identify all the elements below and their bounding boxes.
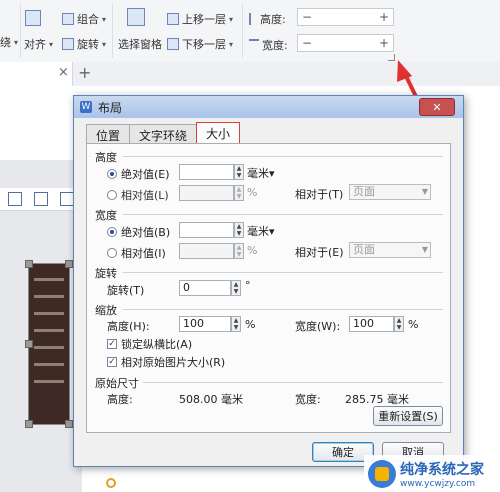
width-relative-radio[interactable]: 相对值(I) [107, 245, 166, 261]
scale-height-unit: % [245, 318, 256, 331]
width-relative-input[interactable] [179, 243, 234, 259]
rotate-section-title: 旋转 [95, 267, 117, 280]
rotate-label: 旋转(T) [107, 284, 145, 297]
height-relative-to-label: 相对于(T) [295, 188, 344, 201]
scale-height-label: 高度(H): [107, 320, 150, 333]
width-relative-unit: % [247, 244, 258, 257]
scale-section-title: 缩放 [95, 304, 117, 317]
scale-width-input[interactable]: 100 [349, 316, 394, 332]
scale-width-spin[interactable]: ▲ ▼ [394, 316, 404, 332]
wps-app-icon: W [80, 101, 92, 113]
size-panel: 高度 绝对值(E) ▲ ▼ 毫米▾ 相对值(L) ▲ ▼ % 相对于(T) 页面 ▼ … [86, 143, 451, 433]
watermark-name: 纯净系统之家 [400, 461, 484, 478]
width-absolute-radio[interactable]: 绝对值(B) [107, 224, 170, 240]
reset-button[interactable]: 重新设置(S) [373, 406, 443, 426]
width-relative-to-label: 相对于(E) [295, 246, 344, 259]
height-section-title: 高度 [95, 151, 117, 164]
close-icon[interactable]: ✕ [419, 98, 455, 116]
height-absolute-unit[interactable]: 毫米▾ [247, 165, 275, 181]
rotate-spin[interactable]: ▲ ▼ [231, 280, 241, 296]
watermark-logo-icon [368, 459, 396, 488]
scale-height-input[interactable]: 100 [179, 316, 231, 332]
original-height-label: 高度: [107, 393, 133, 406]
watermark-url: www.ycwjzy.com [400, 478, 476, 489]
height-relative-to-select[interactable]: 页面 ▼ [349, 184, 431, 200]
rotate-unit: ° [245, 279, 251, 292]
width-relative-spin[interactable]: ▲ ▼ [234, 243, 244, 259]
layout-dialog: W 布局 ✕ 位置 文字环绕 大小 高度 绝对值(E) ▲ ▼ 毫米▾ 相对值(L… [73, 95, 464, 467]
height-absolute-spin[interactable]: ▲ ▼ [234, 164, 244, 180]
scale-width-label: 宽度(W): [295, 320, 341, 333]
radio-selected[interactable] [107, 169, 117, 179]
check-icon[interactable]: ✓ [107, 357, 117, 367]
relative-original-checkbox[interactable]: ✓ 相对原始图片大小(R) [107, 354, 225, 370]
width-absolute-spin[interactable]: ▲ ▼ [234, 222, 244, 238]
width-section-title: 宽度 [95, 209, 117, 222]
scale-width-unit: % [408, 318, 419, 331]
chevron-down-icon: ▼ [421, 245, 428, 254]
height-relative-input[interactable] [179, 185, 234, 201]
dialog-titlebar: W 布局 [74, 96, 463, 118]
dialog-title: 布局 [98, 100, 123, 115]
width-relative-to-select[interactable]: 页面 ▼ [349, 242, 431, 258]
original-width-value: 285.75 毫米 [345, 393, 409, 406]
chevron-down-icon: ▼ [421, 187, 428, 196]
height-relative-radio[interactable]: 相对值(L) [107, 187, 169, 203]
rotate-input[interactable]: 0 [179, 280, 231, 296]
height-absolute-input[interactable] [179, 164, 234, 180]
height-relative-unit: % [247, 186, 258, 199]
height-absolute-radio[interactable]: 绝对值(E) [107, 166, 170, 182]
check-icon[interactable]: ✓ [107, 339, 117, 349]
width-absolute-unit[interactable]: 毫米▾ [247, 223, 275, 239]
site-watermark: 纯净系统之家 www.ycwjzy.com [364, 455, 500, 492]
original-height-value: 508.00 毫米 [179, 393, 243, 406]
height-relative-spin[interactable]: ▲ ▼ [234, 185, 244, 201]
lock-aspect-checkbox[interactable]: ✓ 锁定纵横比(A) [107, 336, 192, 352]
width-absolute-input[interactable] [179, 222, 234, 238]
original-width-label: 宽度: [295, 393, 321, 406]
original-size-title: 原始尺寸 [95, 377, 139, 390]
scale-height-spin[interactable]: ▲ ▼ [231, 316, 241, 332]
